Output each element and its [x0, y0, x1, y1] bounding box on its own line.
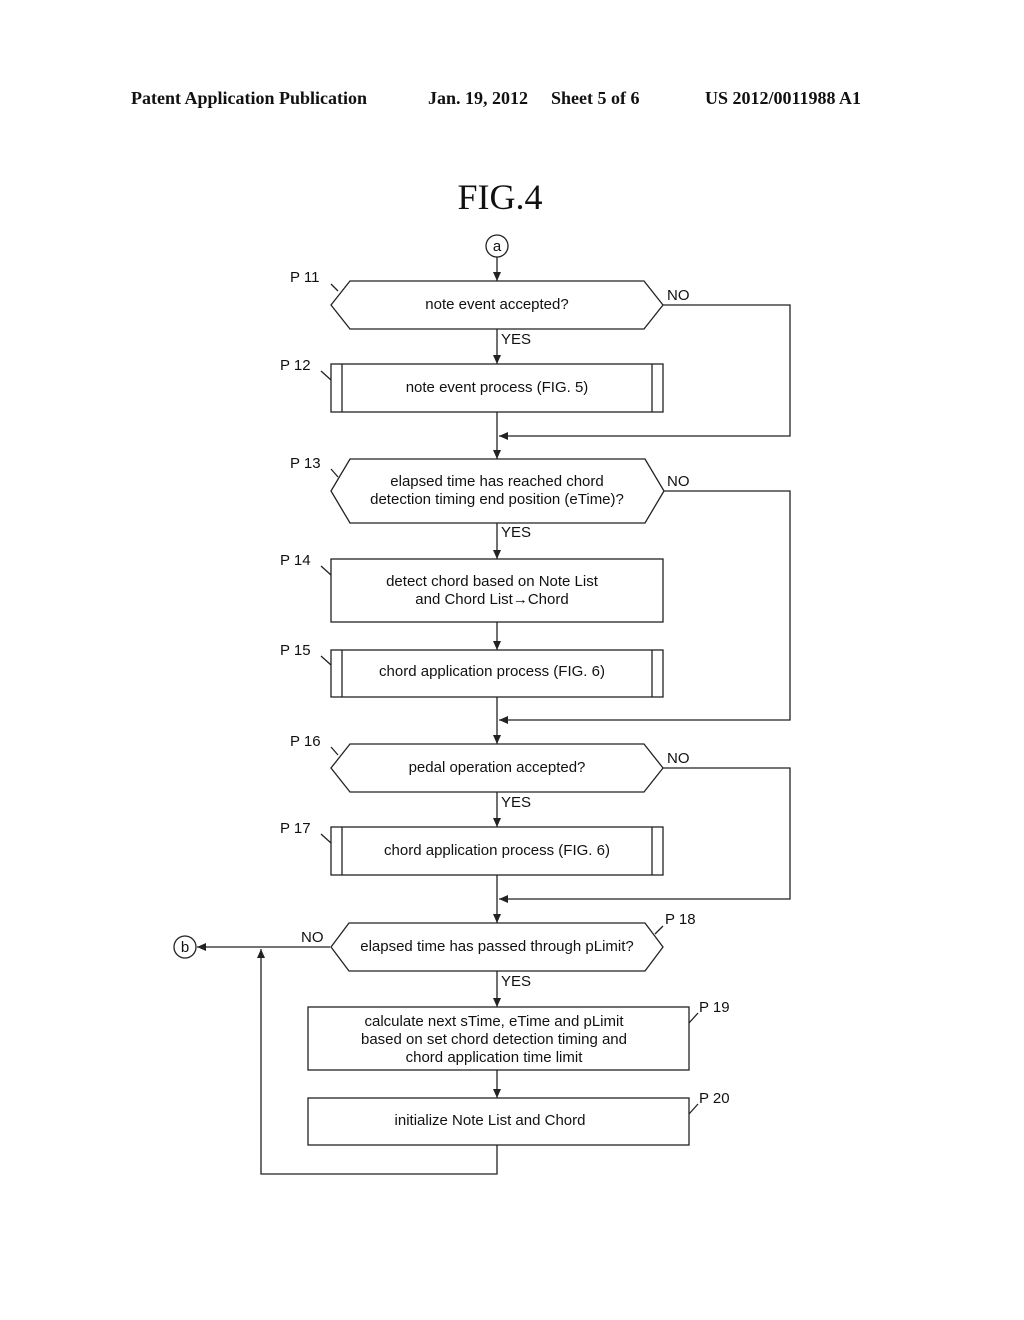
step-p11: note event accepted? P 11	[290, 269, 664, 330]
step-id: P 18	[665, 911, 696, 928]
step-id: P 17	[280, 820, 311, 837]
step-text-line-1: elapsed time has reached chord	[390, 473, 603, 490]
step-text: chord application process (FIG. 6)	[384, 842, 610, 859]
step-text: note event accepted?	[425, 296, 568, 313]
id-leader	[320, 655, 332, 666]
id-leader	[320, 370, 332, 381]
step-p13: elapsed time has reached chord detection…	[290, 455, 665, 524]
step-p14: detect chord based on Note List and Chor…	[280, 552, 664, 623]
id-leader	[330, 468, 339, 478]
step-id: P 14	[280, 552, 311, 569]
step-text: initialize Note List and Chord	[395, 1112, 586, 1129]
step-p19: calculate next sTime, eTime and pLimit b…	[307, 999, 730, 1071]
step-id: P 20	[699, 1090, 730, 1107]
no-label-p18: NO	[301, 929, 324, 946]
step-text-line-2: detection timing end position (eTime)?	[370, 491, 624, 508]
step-text-line-3: chord application time limit	[406, 1049, 584, 1066]
step-id: P 19	[699, 999, 730, 1016]
no-label-p11: NO	[667, 287, 690, 304]
step-text: pedal operation accepted?	[409, 759, 586, 776]
connector-a-label: a	[493, 238, 502, 255]
step-id: P 15	[280, 642, 311, 659]
step-p12: note event process (FIG. 5) P 12	[280, 357, 664, 413]
id-leader	[320, 833, 332, 844]
step-text: note event process (FIG. 5)	[406, 379, 589, 396]
step-id: P 12	[280, 357, 311, 374]
yes-label-p11: YES	[501, 331, 531, 348]
step-text-line-1: detect chord based on Note List	[386, 573, 599, 590]
connector-b-label: b	[181, 939, 189, 956]
flowchart: a b YES NO YES NO YES NO YES NO note eve…	[173, 234, 791, 1175]
no-label-p16: NO	[667, 750, 690, 767]
step-p16: pedal operation accepted? P 16	[290, 733, 664, 793]
connector-b: b	[173, 935, 197, 959]
yes-label-p13: YES	[501, 524, 531, 541]
id-leader	[654, 925, 664, 935]
step-id: P 16	[290, 733, 321, 750]
step-p20: initialize Note List and Chord P 20	[307, 1090, 730, 1146]
id-leader	[688, 1012, 699, 1024]
id-leader	[320, 565, 332, 576]
step-id: P 11	[290, 269, 319, 286]
id-leader	[330, 283, 339, 292]
yes-label-p18: YES	[501, 973, 531, 990]
connector-a: a	[485, 234, 509, 258]
step-text-line-2: based on set chord detection timing and	[361, 1031, 627, 1048]
id-leader	[688, 1103, 699, 1115]
step-p17: chord application process (FIG. 6) P 17	[280, 820, 664, 876]
id-leader	[330, 746, 339, 756]
step-text-line-2: and Chord List→Chord	[415, 591, 568, 608]
step-p15: chord application process (FIG. 6) P 15	[280, 642, 664, 698]
step-text-line-1: calculate next sTime, eTime and pLimit	[365, 1013, 625, 1030]
step-text: chord application process (FIG. 6)	[379, 663, 605, 680]
step-text: elapsed time has passed through pLimit?	[360, 938, 634, 955]
yes-label-p16: YES	[501, 794, 531, 811]
step-p18: elapsed time has passed through pLimit? …	[330, 911, 696, 972]
step-id: P 13	[290, 455, 321, 472]
no-label-p13: NO	[667, 473, 690, 490]
